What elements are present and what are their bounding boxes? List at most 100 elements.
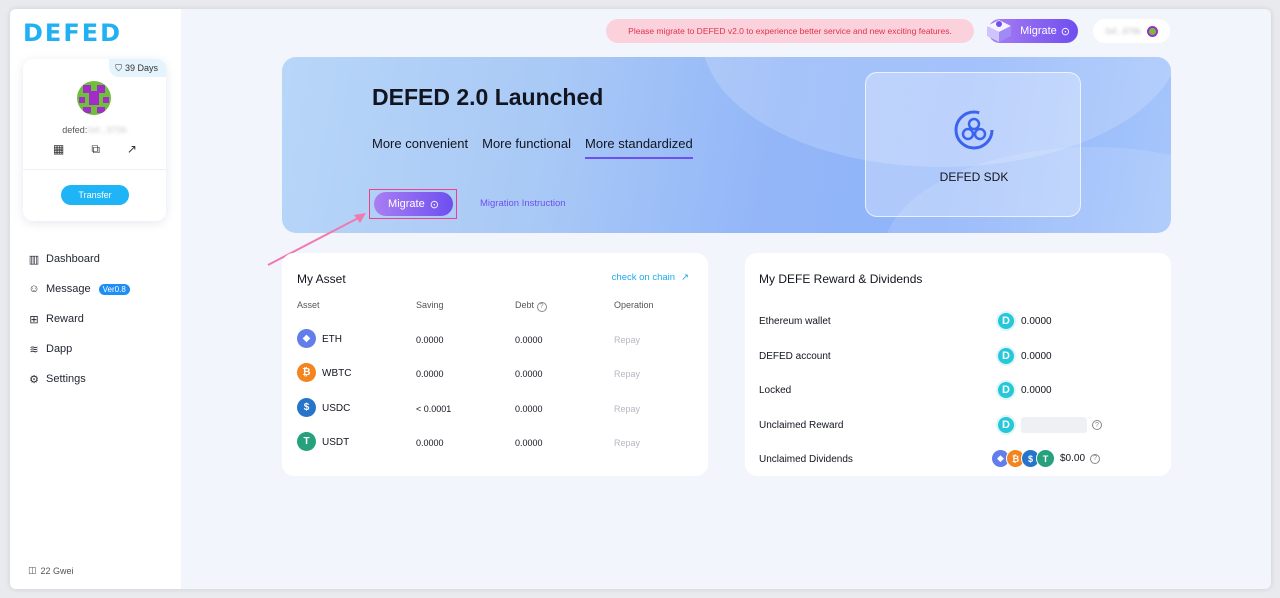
days-badge: ⛉ 39 Days [109,59,166,77]
banner-tabs: More convenient More functional More sta… [372,136,693,159]
sidebar-item-label: Dapp [46,343,73,355]
repay-button[interactable]: Repay [614,438,640,448]
gas-price-label: 22 Gwei [40,565,74,576]
gift-icon: ⊞ [29,313,39,326]
check-on-chain-link[interactable]: check on chain ↗ [612,272,689,283]
tab-convenient[interactable]: More convenient [372,136,468,159]
btc-icon: ₿ [297,363,316,382]
top-migrate-button[interactable]: Migrate ⊙ [987,19,1078,43]
panel-title: My Asset [297,272,346,286]
external-link-icon[interactable]: ↗ [127,142,137,157]
sidebar-item-label: Settings [46,373,86,385]
help-icon[interactable]: ? [536,301,547,312]
check-on-chain-label: check on chain [611,272,676,283]
external-link-icon: ↗ [681,272,689,283]
col-debt: Debt ? [515,300,547,312]
sidebar-item-message[interactable]: ☺ Message Ver0.8 [28,274,130,304]
reward-label: Unclaimed Dividends [759,454,853,465]
usdc-icon: $ [297,398,316,417]
panel-title: My DEFE Reward & Dividends [759,272,923,286]
profile-address: defed:0xf...970b [23,125,166,135]
col-operation: Operation [614,300,654,310]
hidden-value [1021,417,1087,433]
usdt-icon: T [1036,449,1055,468]
profile-card: ⛉ 39 Days defed:0xf...970b ▦ ⧉ ↗ Transfe… [23,59,166,221]
asset-debt: 0.0000 [515,438,543,448]
my-asset-panel: My Asset check on chain ↗ Asset Saving D… [282,253,708,476]
dashboard-icon: ▥ [28,253,40,266]
reward-value: 0.0000 [1021,384,1052,396]
arrow-circle-icon: ⊙ [1060,25,1070,38]
reward-row: Unclaimed Dividends ◆ ₿ $ T $0.00 ? [759,442,1157,476]
address-hidden: 0xf...970b [87,125,127,135]
reward-value: 0.0000 [1021,315,1052,327]
asset-debt: 0.0000 [515,369,543,379]
reward-row: DEFED account D 0.0000 [759,339,1157,373]
asset-name: WBTC [322,368,352,379]
help-icon[interactable]: ? [1092,420,1102,430]
repay-button[interactable]: Repay [614,335,640,345]
defe-token-icon: D [996,415,1016,435]
eth-icon: ◆ [297,329,316,348]
asset-name: USDT [322,437,350,448]
defe-token-icon: D [996,311,1016,331]
qr-code-icon[interactable]: ▦ [53,142,64,157]
wallet-address-chip[interactable]: 0xf...970b [1093,19,1170,43]
col-debt-label: Debt [515,300,535,310]
defed-logo[interactable]: DEFED [23,19,122,47]
sdk-card[interactable]: DEFED SDK [865,72,1081,217]
sidebar-item-dashboard[interactable]: ▥ Dashboard [28,244,130,274]
repay-button[interactable]: Repay [614,369,640,379]
days-label: 39 Days [124,63,158,73]
sidebar-item-dapp[interactable]: ≋ Dapp [28,334,130,364]
sidebar-item-settings[interactable]: ⚙ Settings [28,364,130,394]
reward-value: $0.00 [1060,453,1086,464]
reward-label: Unclaimed Reward [759,420,844,431]
asset-saving: 0.0000 [416,335,444,345]
reward-value: 0.0000 [1021,350,1052,362]
table-row: $ USDC < 0.0001 0.0000 Repay [297,392,693,426]
tab-functional[interactable]: More functional [482,136,571,159]
banner-migrate-button[interactable]: Migrate ⊙ [374,192,453,216]
card-divider [23,169,166,170]
reward-row: Ethereum wallet D 0.0000 [759,304,1157,338]
shield-check-icon: ⛉ [115,62,122,73]
table-row: T USDT 0.0000 0.0000 Repay [297,426,693,460]
defe-token-icon: D [996,346,1016,366]
launch-banner: DEFED 2.0 Launched More convenient More … [282,57,1171,233]
cube-icon [987,20,1011,42]
asset-saving: < 0.0001 [416,404,452,414]
repay-button[interactable]: Repay [614,404,640,414]
tab-standardized[interactable]: More standardized [585,136,693,159]
table-row: ◆ ETH 0.0000 0.0000 Repay [297,323,693,357]
gas-price: ◫ 22 Gwei [28,565,74,576]
usdt-icon: T [297,432,316,451]
transfer-button[interactable]: Transfer [61,185,129,205]
avatar[interactable] [77,81,111,115]
sidebar-item-label: Reward [46,313,84,325]
col-saving: Saving [416,300,444,310]
version-badge: Ver0.8 [98,283,130,295]
message-icon: ☺ [28,283,40,295]
asset-saving: 0.0000 [416,369,444,379]
sidebar-item-reward[interactable]: ⊞ Reward [28,304,130,334]
migration-instruction-link[interactable]: Migration Instruction [480,198,566,209]
wallet-address: 0xf...970b [1105,26,1141,36]
layers-icon: ≋ [29,343,39,356]
reward-row: Unclaimed Reward D ? [759,408,1157,442]
help-icon[interactable]: ? [1090,453,1101,464]
token-stack: ◆ ₿ $ T [991,449,1055,468]
asset-saving: 0.0000 [416,438,444,448]
copy-icon[interactable]: ⧉ [91,142,100,157]
banner-migrate-label: Migrate [388,198,425,210]
table-row: ₿ WBTC 0.0000 0.0000 Repay [297,357,693,391]
asset-name: ETH [322,334,342,345]
asset-name: USDC [322,403,351,414]
reward-row: Locked D 0.0000 [759,373,1157,407]
profile-actions: ▦ ⧉ ↗ [53,142,137,157]
asset-debt: 0.0000 [515,404,543,414]
reward-label: Ethereum wallet [759,316,831,327]
reward-label: DEFED account [759,351,831,362]
top-migrate-label: Migrate [1020,25,1057,37]
sidebar-nav: ▥ Dashboard ☺ Message Ver0.8 ⊞ Reward ≋ … [28,244,130,394]
